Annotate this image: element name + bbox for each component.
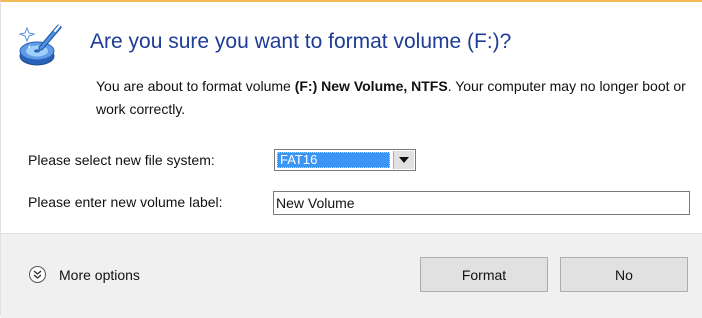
more-options-label[interactable]: More options: [59, 267, 140, 283]
format-volume-dialog: Are you sure you want to format volume (…: [0, 0, 702, 318]
dialog-footer: More options Format No: [1, 233, 702, 318]
volume-label-input[interactable]: [273, 191, 690, 215]
volume-name: (F:) New Volume, NTFS: [294, 78, 448, 94]
more-options-toggle[interactable]: More options: [29, 266, 140, 283]
volume-label-label: Please enter new volume label:: [28, 194, 223, 210]
no-button[interactable]: No: [560, 257, 688, 292]
file-system-select[interactable]: FAT16: [274, 149, 416, 171]
double-chevron-down-icon[interactable]: [29, 266, 46, 283]
file-system-label: Please select new file system:: [28, 152, 215, 168]
warning-prefix: You are about to format volume: [96, 78, 295, 94]
warning-message: You are about to format volume (F:) New …: [96, 75, 696, 121]
format-disk-wand-icon: [18, 22, 63, 68]
dropdown-button[interactable]: [393, 151, 414, 169]
dialog-title: Are you sure you want to format volume (…: [90, 30, 512, 53]
chevron-down-icon: [399, 157, 409, 163]
format-button[interactable]: Format: [420, 257, 548, 292]
file-system-selected-value[interactable]: FAT16: [277, 152, 390, 168]
